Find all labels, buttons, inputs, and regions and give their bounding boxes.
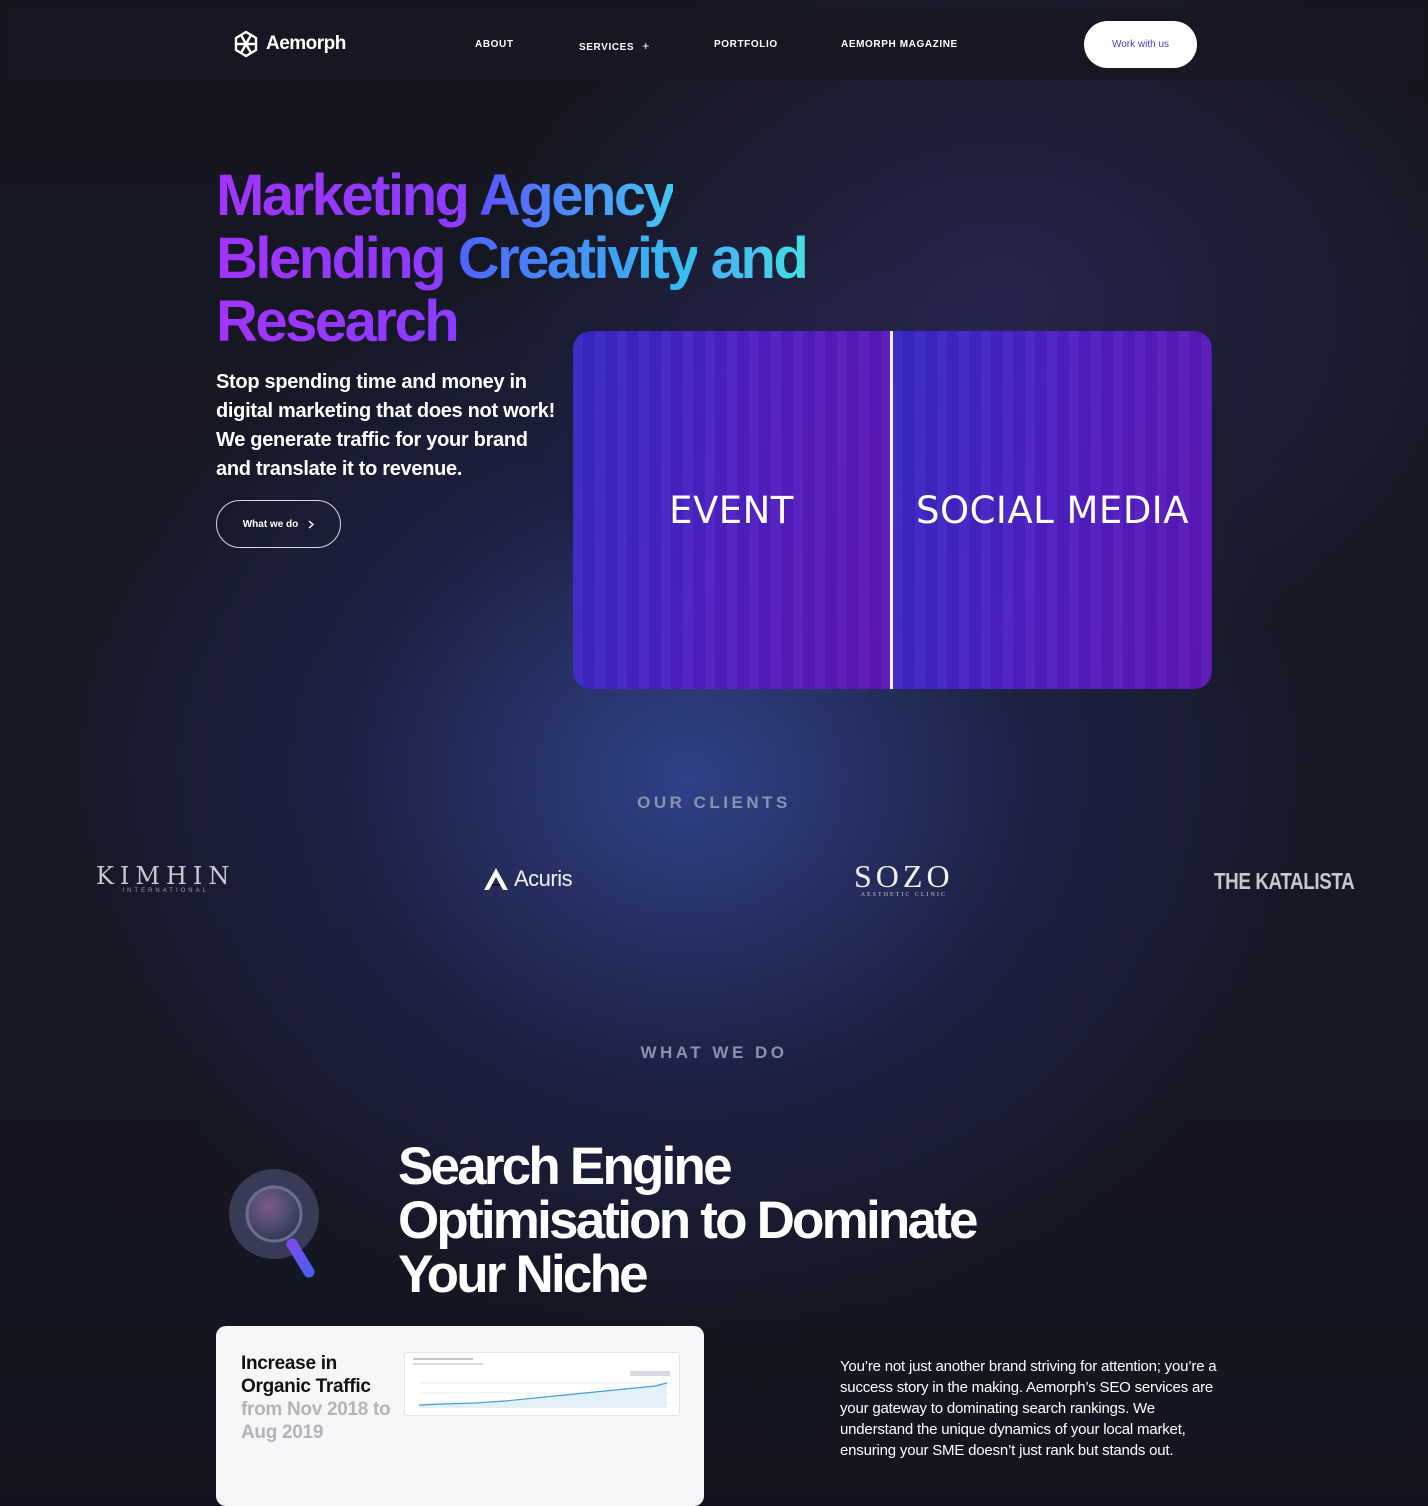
brand-logo[interactable]: Aemorph [232, 29, 346, 59]
brand-name: Aemorph [266, 33, 346, 54]
acuris-wordmark: Acuris [514, 866, 573, 891]
traffic-card-title: Increase in Organic Traffic [241, 1353, 371, 1397]
client-logo-kimhin: KIMHIN INTERNATIONAL [96, 862, 235, 894]
top-navbar: Aemorph ABOUT SERVICES + PORTFOLIO AEMORP… [8, 8, 1420, 80]
nav-portfolio[interactable]: PORTFOLIO [714, 39, 778, 50]
hero-title-word: and [710, 226, 809, 291]
social-media-panel: SOCIAL MEDIA [893, 331, 1212, 689]
sozo-wordmark: SOZO [854, 858, 954, 894]
event-panel: EVENT [573, 331, 890, 689]
traffic-chart-thumbnail [404, 1352, 680, 1416]
seo-description: You’re not just another brand striving f… [840, 1358, 1217, 1459]
hero-subtitle: Stop spending time and money in digital … [216, 371, 555, 480]
magnifier-icon [229, 1169, 319, 1278]
plus-icon: + [642, 39, 650, 53]
hero-title-word: Marketing [216, 163, 470, 228]
aemorph-logo-icon [234, 30, 258, 58]
organic-traffic-card: Increase in Organic Traffic from Nov 201… [216, 1326, 704, 1506]
what-we-do-label: What we do [242, 518, 299, 530]
seo-title: Search Engine Optimisation to Dominate Y… [398, 1137, 978, 1304]
nav-services[interactable]: SERVICES + [579, 39, 650, 53]
hero-title: Marketing Agency Blending Creativity and… [216, 164, 916, 353]
hero-title-word: Research [216, 289, 460, 354]
client-logo-sozo: SOZO AESTHETIC CLINIC [854, 858, 954, 898]
acuris-a-icon [484, 868, 508, 890]
traffic-card-range: from Nov 2018 to Aug 2019 [241, 1399, 391, 1443]
service-showcase-card[interactable]: EVENT SOCIAL MEDIA [573, 331, 1212, 689]
nav-about[interactable]: ABOUT [475, 39, 514, 50]
kimhin-wordmark: KIMHIN [96, 862, 236, 890]
hero-title-word: Creativity [457, 226, 700, 291]
traffic-line-chart [413, 1358, 671, 1408]
our-clients-heading: OUR CLIENTS [637, 793, 791, 812]
client-logo-acuris: Acuris [483, 866, 573, 892]
hero-title-word: Blending [216, 226, 447, 291]
work-with-us-button[interactable]: Work with us [1084, 21, 1197, 68]
client-logo-katalista: THE KATALISTA [1214, 868, 1355, 894]
sozo-tagline: AESTHETIC CLINIC [860, 892, 947, 898]
nav-magazine[interactable]: AEMORPH MAGAZINE [841, 39, 958, 50]
social-media-label: SOCIAL MEDIA [915, 488, 1190, 532]
event-label: EVENT [669, 488, 794, 532]
nav-services-label: SERVICES [579, 42, 635, 53]
what-we-do-heading: WHAT WE DO [640, 1043, 788, 1062]
chevron-right-icon [308, 519, 315, 529]
what-we-do-button[interactable]: What we do [216, 500, 341, 548]
hero-title-word: Agency [478, 163, 676, 228]
